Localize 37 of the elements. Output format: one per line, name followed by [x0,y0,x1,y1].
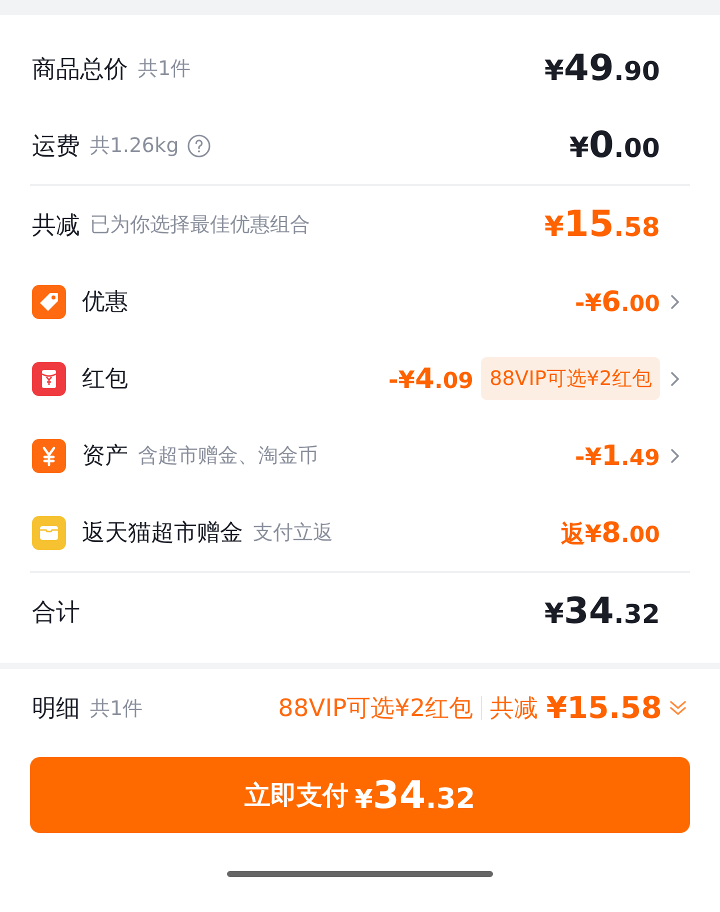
promo-badge[interactable]: 88VIP可选¥2红包 [481,357,660,400]
double-chevron-down-icon[interactable] [668,698,688,718]
row-note: 含超市赠金、淘金币 [138,442,318,469]
row-label: 返天猫超市赠金 [82,519,243,548]
pay-button[interactable]: 立即支付 ¥34.32 [30,757,690,833]
card-icon [32,516,66,550]
chevron-right-icon[interactable] [670,294,680,310]
row-label: 共减 [32,210,80,240]
help-icon[interactable] [186,134,211,158]
discount-amount: 返¥8.00 [560,516,660,550]
row-label: 优惠 [82,288,128,317]
row-label: 合计 [32,596,80,628]
row-label: 资产 [82,442,128,471]
price: ¥0.00 [569,125,660,166]
discount-amount: -¥6.00 [574,285,660,318]
discount-amount: -¥4.09 [388,362,474,395]
row-label: 商品总价 [32,54,128,84]
chevron-right-icon[interactable] [670,448,680,464]
discount-total: ¥15.58 [546,690,662,726]
tag-icon [32,284,66,318]
discount-amount: -¥1.49 [574,439,660,472]
details-label: 明细 [32,693,80,724]
promo-text: 88VIP可选¥2红包 [278,693,474,724]
item-count: 共1件 [90,694,143,722]
row-label: 红包 [82,365,128,394]
total-price: ¥34.32 [544,591,660,632]
row-note: 共1件 [138,55,191,82]
yen-icon [32,438,66,472]
chevron-right-icon[interactable] [670,370,680,386]
row-note: 共1.26kg [90,132,179,159]
row-note: 已为你选择最佳优惠组合 [90,211,310,238]
discount-label: 共减 [490,693,538,724]
price: ¥49.90 [544,48,660,89]
discount-price: ¥15.58 [544,204,660,245]
row-label: 运费 [32,130,80,162]
envelope-icon [32,362,66,396]
row-note: 支付立返 [253,519,333,546]
